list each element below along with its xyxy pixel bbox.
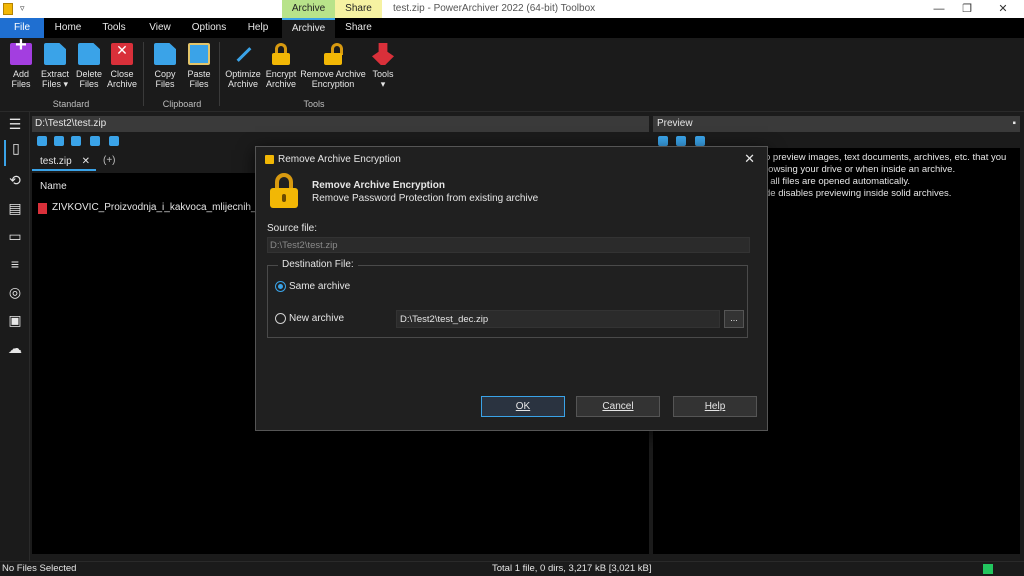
group-divider [143, 42, 144, 106]
tab-home[interactable]: Home [46, 18, 90, 38]
close-icon [111, 43, 133, 65]
tab-archive[interactable]: Archive [282, 18, 335, 38]
context-tab-share[interactable]: Share [335, 0, 382, 18]
close-archive-button[interactable]: Close Archive [106, 43, 138, 89]
group-label-tools: Tools [303, 99, 325, 109]
cloud-icon[interactable]: ☁ [7, 340, 23, 356]
paste-icon [188, 43, 210, 65]
encrypt-archive-button[interactable]: Encrypt Archive [264, 43, 298, 89]
ok-button[interactable]: OK [481, 396, 565, 417]
window-title: test.zip - PowerArchiver 2022 (64-bit) T… [393, 3, 596, 14]
unlock-icon [322, 43, 344, 65]
group-standard: Add Files Extract Files ▾ Delete Files C… [0, 38, 142, 112]
dialog-app-icon [265, 155, 274, 164]
source-file-label: Source file: [267, 223, 318, 234]
disc-icon[interactable]: ◎ [7, 284, 23, 300]
preview-settings-icon[interactable] [658, 136, 668, 146]
preview-header: Preview ▪ [653, 116, 1020, 132]
settings-icon[interactable] [109, 136, 119, 146]
pin-icon[interactable]: ▪ [1012, 116, 1016, 132]
destination-group: Destination File: Same archive New archi… [267, 259, 748, 338]
remove-archive-encryption-button[interactable]: Remove Archive Encryption [300, 43, 366, 89]
preview-help-icon[interactable] [695, 136, 705, 146]
group-label-clipboard: Clipboard [162, 99, 202, 109]
add-icon [10, 40, 32, 65]
tab-view[interactable]: View [138, 18, 182, 38]
lock-nav-icon[interactable]: ▣ [7, 312, 23, 328]
swiss-knife-icon [372, 43, 394, 65]
extract-icon [44, 43, 66, 65]
column-header-name[interactable]: Name [40, 181, 67, 192]
quick-access-dropdown[interactable]: ▿ [20, 3, 25, 14]
cancel-button[interactable]: Cancel [576, 396, 660, 417]
lock-icon [270, 43, 292, 65]
browse-button[interactable]: ... [724, 310, 744, 328]
preview-info: o preview images, text documents, archiv… [765, 152, 1007, 199]
optimize-icon [232, 43, 254, 65]
group-tools: Optimize Archive Encrypt Archive Remove … [222, 38, 406, 112]
new-tab-button[interactable]: (+) [103, 155, 116, 166]
maximize-icon[interactable]: ❐ [950, 0, 984, 18]
delete-icon [78, 43, 100, 65]
new-archive-radio[interactable] [275, 313, 286, 324]
title-bar: ▿ Archive Share test.zip - PowerArchiver… [0, 0, 1024, 18]
new-archive-label[interactable]: New archive [289, 313, 344, 324]
ribbon-tab-bar: File Home Tools View Options Help Archiv… [0, 18, 1024, 38]
ribbon: Add Files Extract Files ▾ Delete Files C… [0, 38, 1024, 112]
remove-encryption-dialog: Remove Archive Encryption ✕ Remove Archi… [255, 146, 768, 431]
source-file-field[interactable] [267, 237, 750, 253]
archive-view-icon[interactable]: ▯ [4, 140, 26, 166]
paste-files-button[interactable]: Paste Files [184, 43, 214, 89]
preview-view-icon[interactable] [676, 136, 686, 146]
same-archive-label[interactable]: Same archive [289, 281, 350, 292]
tab-tools[interactable]: Tools [92, 18, 136, 38]
group-divider [219, 42, 220, 106]
optimize-archive-button[interactable]: Optimize Archive [224, 43, 262, 89]
details-view-icon[interactable] [71, 136, 81, 146]
group-clipboard: Copy Files Paste Files Clipboard [146, 38, 218, 112]
close-window-icon[interactable]: ✕ [986, 0, 1020, 18]
folder-icon[interactable]: ▭ [7, 228, 23, 244]
add-files-button[interactable]: Add Files [6, 40, 36, 89]
selection-status: No Files Selected [2, 563, 77, 574]
up-icon[interactable] [37, 136, 47, 146]
thumbnails-view-icon[interactable] [90, 136, 100, 146]
destination-legend: Destination File: [278, 259, 358, 270]
pdf-icon [38, 203, 47, 214]
extract-files-button[interactable]: Extract Files ▾ [38, 43, 72, 89]
status-bar: No Files Selected Total 1 file, 0 dirs, … [0, 561, 1024, 576]
dialog-close-icon[interactable]: ✕ [744, 151, 755, 167]
dialog-title: Remove Archive Encryption [278, 154, 401, 165]
path-bar[interactable]: D:\Test2\test.zip [32, 116, 649, 132]
close-tab-icon[interactable]: ✕ [82, 153, 90, 171]
hamburger-icon[interactable]: ☰ [7, 116, 23, 132]
left-nav: ☰ ▯ ⟲ ▤ ▭ ≡ ◎ ▣ ☁ [0, 112, 30, 561]
group-label-standard: Standard [52, 99, 90, 109]
archive-tab[interactable]: test.zip ✕ [32, 153, 96, 171]
file-name: ZIVKOVIC_Proizvodnja_i_kakvoca_mlijecnih… [52, 202, 274, 213]
tab-options[interactable]: Options [184, 18, 234, 38]
tab-help[interactable]: Help [236, 18, 280, 38]
copy-files-button[interactable]: Copy Files [150, 43, 180, 89]
same-archive-radio[interactable] [275, 281, 286, 292]
help-button[interactable]: Help [673, 396, 757, 417]
status-indicator [983, 564, 993, 574]
app-icon [3, 3, 13, 15]
unlock-icon [270, 173, 298, 209]
archive-totals: Total 1 file, 0 dirs, 3,217 kB [3,021 kB… [492, 563, 652, 574]
tree-icon[interactable] [54, 136, 64, 146]
drive-icon[interactable]: ▤ [7, 200, 23, 216]
context-tab-archive[interactable]: Archive [282, 0, 335, 18]
tab-share[interactable]: Share [335, 18, 382, 38]
database-icon[interactable]: ≡ [7, 256, 23, 272]
tools-dropdown-button[interactable]: Tools ▾ [368, 43, 398, 89]
history-icon[interactable]: ⟲ [7, 172, 23, 188]
dialog-heading: Remove Archive Encryption [312, 180, 446, 191]
new-archive-path-input[interactable] [396, 310, 720, 328]
preview-title: Preview [657, 118, 693, 129]
delete-files-button[interactable]: Delete Files [74, 43, 104, 89]
dialog-subheading: Remove Password Protection from existing… [312, 193, 539, 204]
copy-icon [154, 43, 176, 65]
archive-tab-label: test.zip [40, 156, 72, 167]
